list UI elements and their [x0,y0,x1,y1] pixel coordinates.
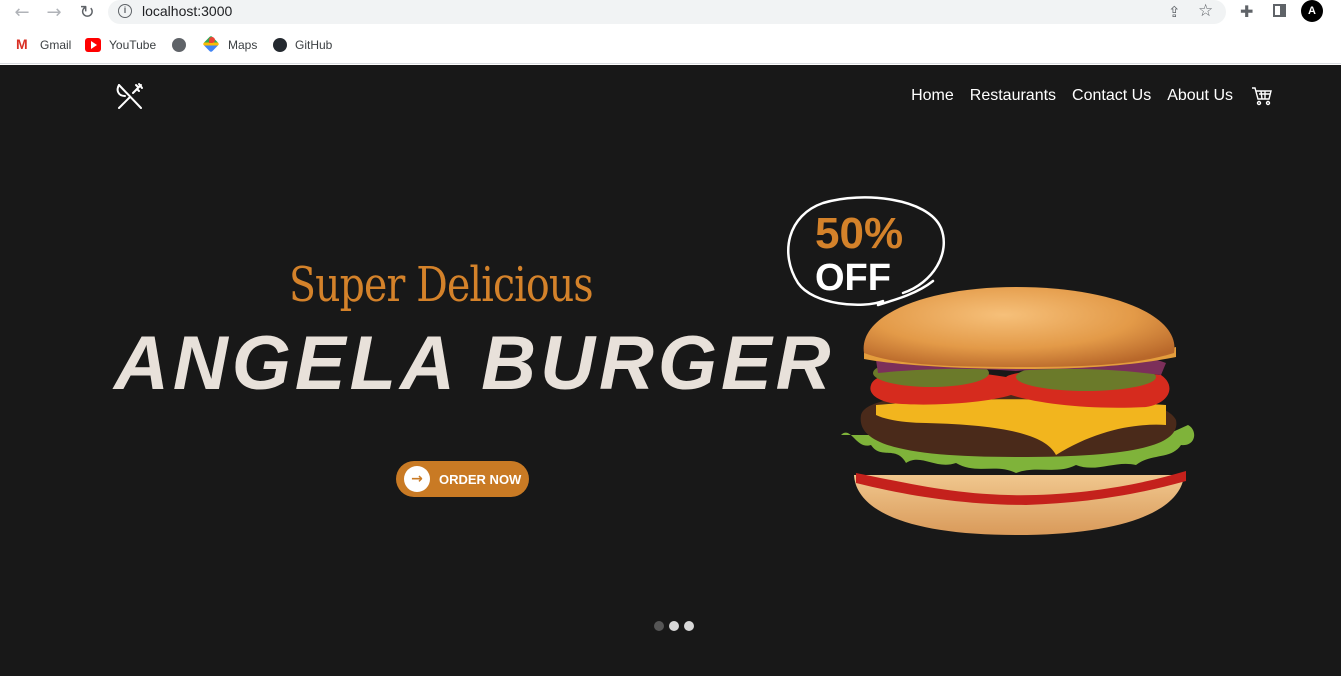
share-icon[interactable]: ⇪ [1168,3,1181,21]
hero-page: Home Restaurants Contact Us About Us Sup… [0,65,1341,676]
bookmark-label: Maps [228,38,258,52]
burger-image [841,287,1195,535]
bookmark-github[interactable]: GitHub [273,38,332,52]
arrow-right-icon: → [404,466,430,492]
profile-avatar[interactable]: A [1301,0,1323,22]
reload-button[interactable]: ↻ [75,2,99,23]
address-bar[interactable]: i localhost:3000 ⇪ ☆ [108,0,1226,24]
nav-restaurants[interactable]: Restaurants [970,87,1056,105]
bookmark-label: GitHub [295,38,333,52]
info-icon[interactable]: i [118,4,132,18]
nav-about-us[interactable]: About Us [1167,87,1233,105]
nav-contact-us[interactable]: Contact Us [1072,87,1151,105]
badge-percent: 50% [815,209,903,258]
bookmark-gmail[interactable]: Gmail [16,36,72,52]
carousel-dot-1[interactable] [654,621,664,631]
bookmark-label: Gmail [40,38,72,52]
nav-home[interactable]: Home [911,87,954,105]
bookmark-star-icon[interactable]: ☆ [1198,1,1213,21]
bookmarks-bar: Gmail YouTube Maps GitHub [0,28,1341,64]
forward-button[interactable]: → [42,2,66,23]
url-text[interactable]: localhost:3000 [142,3,232,19]
extensions-icon[interactable]: ✚ [1240,2,1253,22]
hero-title: ANGELA BURGER [114,321,835,406]
order-now-button[interactable]: → ORDER NOW [396,461,529,497]
bookmark-maps[interactable]: Maps [204,37,258,52]
bookmark-globe[interactable] [172,38,194,52]
youtube-icon [85,38,101,52]
gmail-icon [16,36,32,52]
side-panel-icon[interactable] [1273,4,1286,17]
carousel-dot-2[interactable] [669,621,679,631]
hero-subtitle: Super Delicious [289,257,594,313]
back-button[interactable]: ← [10,2,34,23]
github-icon [273,38,287,52]
fork-knife-icon[interactable] [115,82,145,112]
globe-icon [172,38,186,52]
cart-icon[interactable] [1251,86,1273,106]
order-now-label: ORDER NOW [439,471,522,487]
bookmark-label: YouTube [109,38,157,52]
maps-icon [204,37,220,52]
browser-toolbar: ← → ↻ i localhost:3000 ⇪ ☆ ✚ A [0,0,1341,28]
carousel-dot-3[interactable] [684,621,694,631]
main-nav: Home Restaurants Contact Us About Us [911,86,1273,106]
bookmark-youtube[interactable]: YouTube [85,38,156,52]
carousel-dots [654,621,694,631]
